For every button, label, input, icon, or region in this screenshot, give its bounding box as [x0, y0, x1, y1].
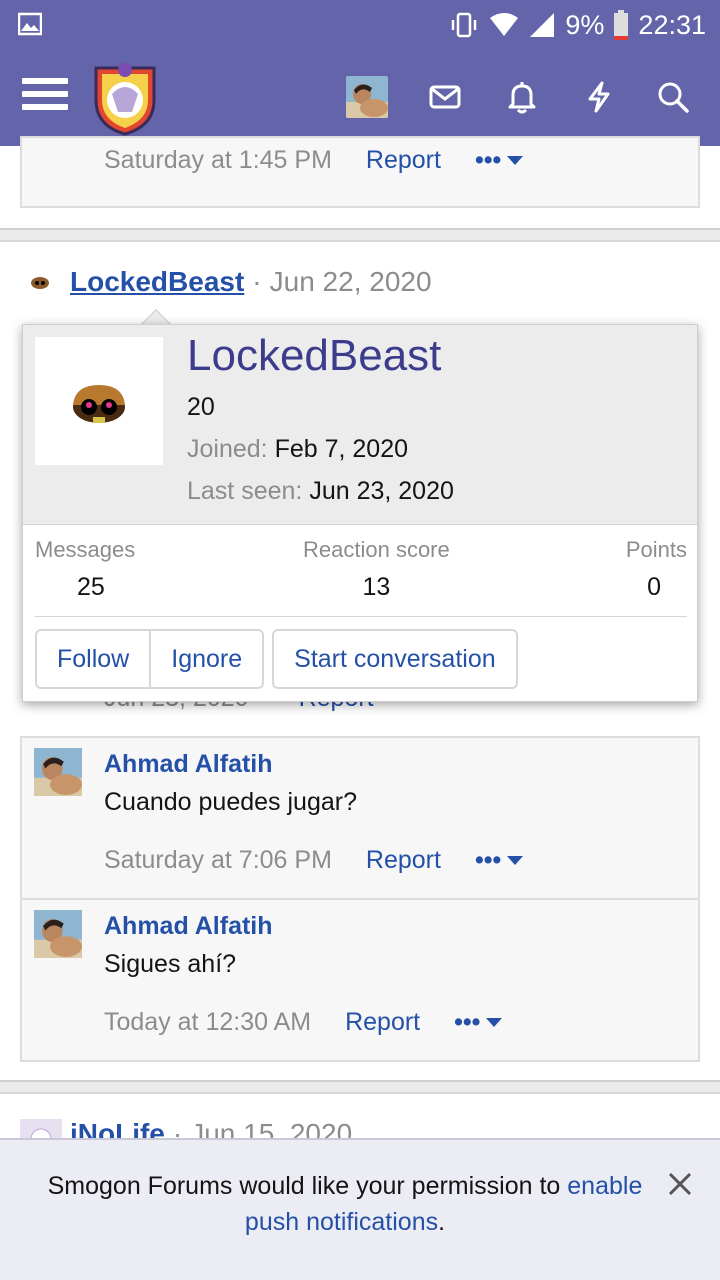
comment-meta: Saturday at 1:45 PM Report ••• [104, 146, 524, 175]
post-separator [0, 228, 720, 242]
comment-date[interactable]: Today at 12:30 AM [104, 1008, 311, 1037]
start-conversation-button[interactable]: Start conversation [272, 629, 518, 689]
member-tooltip: LockedBeast 20 Joined: Feb 7, 2020 Last … [22, 324, 698, 702]
notification-message: Smogon Forums would like your permission… [47, 1172, 643, 1236]
post-author-link[interactable]: LockedBeast [70, 266, 244, 298]
report-link[interactable]: Report [366, 146, 441, 175]
post-separator [0, 1080, 720, 1094]
search-icon[interactable] [656, 80, 690, 114]
comment-author[interactable]: Ahmad Alfatih [104, 912, 273, 941]
comment-text: Cuando puedes jugar? [104, 788, 357, 816]
user-avatar-small[interactable] [30, 274, 50, 290]
member-last-seen: Last seen: Jun 23, 2020 [187, 477, 454, 505]
battery-icon [614, 10, 629, 40]
comment-meta: Saturday at 7:06 PM Report ••• [104, 846, 524, 875]
thread-content: Saturday at 1:45 PM Report ••• LockedBea… [0, 136, 720, 1280]
member-actions: Follow Ignore Start conversation [35, 629, 518, 689]
signal-icon [530, 13, 555, 37]
bell-icon[interactable] [505, 80, 539, 114]
member-stats: Messages 25 Reaction score 13 Points 0 [35, 537, 687, 617]
comment-text: Sigues ahí? [104, 950, 237, 978]
report-link[interactable]: Report [366, 846, 441, 875]
push-notification-banner: Smogon Forums would like your permission… [0, 1138, 720, 1280]
vibrate-icon [452, 12, 477, 38]
member-name[interactable]: LockedBeast [187, 331, 441, 381]
comment-date[interactable]: Saturday at 7:06 PM [104, 846, 332, 875]
more-options-button[interactable]: ••• [475, 146, 524, 175]
wifi-icon [490, 13, 519, 36]
image-notification-icon [18, 12, 42, 36]
post-header: LockedBeast · Jun 22, 2020 [30, 266, 432, 298]
menu-icon[interactable] [22, 78, 68, 116]
comment-meta: Today at 12:30 AM Report ••• [104, 1008, 503, 1037]
member-joined: Joined: Feb 7, 2020 [187, 435, 409, 463]
member-tooltip-header: LockedBeast 20 Joined: Feb 7, 2020 Last … [23, 325, 697, 525]
chevron-down-icon [486, 1018, 503, 1027]
lightning-icon[interactable] [582, 80, 616, 114]
report-link[interactable]: Report [345, 1008, 420, 1037]
more-options-button[interactable]: ••• [454, 1008, 503, 1037]
app-header [0, 50, 720, 146]
status-bar: 9% 22:31 [0, 0, 720, 50]
member-avatar[interactable] [35, 337, 163, 465]
popup-arrow [138, 306, 174, 326]
comment: Ahmad Alfatih Sigues ahí? Today at 12:30… [20, 898, 700, 1062]
comment-author[interactable]: Ahmad Alfatih [104, 750, 273, 779]
user-avatar[interactable] [346, 76, 388, 118]
chevron-down-icon [507, 856, 524, 865]
follow-button[interactable]: Follow [35, 629, 152, 689]
mail-icon[interactable] [428, 80, 462, 114]
close-icon[interactable] [666, 1170, 694, 1198]
post-date[interactable]: Jun 22, 2020 [270, 266, 432, 298]
ignore-button[interactable]: Ignore [151, 629, 265, 689]
comment-avatar[interactable] [34, 910, 82, 958]
clock: 22:31 [638, 9, 706, 40]
comment: Ahmad Alfatih Cuando puedes jugar? Satur… [20, 736, 700, 900]
site-logo[interactable] [92, 60, 158, 136]
stat-messages: Messages 25 [35, 537, 136, 601]
comment-avatar[interactable] [34, 748, 82, 796]
comment-date[interactable]: Saturday at 1:45 PM [104, 146, 332, 175]
chevron-down-icon [507, 156, 524, 165]
more-options-button[interactable]: ••• [475, 846, 524, 875]
previous-comment: Saturday at 1:45 PM Report ••• [20, 136, 700, 208]
stat-points: Points 0 [625, 537, 687, 601]
stat-reaction-score: Reaction score 13 [303, 537, 450, 601]
battery-percent: 9% [565, 9, 605, 40]
member-title: 20 [187, 393, 215, 421]
